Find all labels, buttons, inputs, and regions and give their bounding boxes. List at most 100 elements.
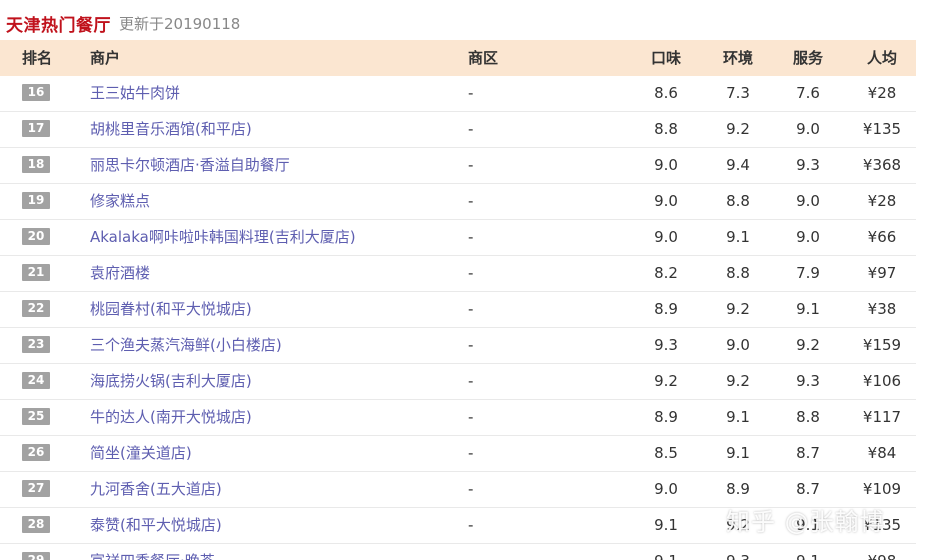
restaurant-link[interactable]: 牛的达人(南开大悦城店) [90, 400, 252, 435]
rank-badge: 25 [22, 408, 50, 425]
rank-badge: 19 [22, 192, 50, 209]
service-score: 9.2 [796, 336, 820, 354]
env-score: 9.1 [726, 444, 750, 462]
avg-price: ¥97 [867, 264, 897, 282]
restaurant-link[interactable]: 修家糕点 [90, 184, 150, 219]
taste-score: 8.9 [654, 408, 678, 426]
rank-badge: 20 [22, 228, 50, 245]
watermark: 知乎 @张翰博 [726, 508, 885, 536]
env-score: 8.8 [726, 192, 750, 210]
taste-score: 8.9 [654, 300, 678, 318]
table-row: 26 简坐(潼关道店) - 8.5 9.1 8.7 ¥84 [0, 436, 916, 472]
avg-price: ¥28 [867, 192, 897, 210]
taste-score: 9.0 [654, 228, 678, 246]
taste-score: 9.0 [654, 156, 678, 174]
taste-score: 8.5 [654, 444, 678, 462]
title-bar: 天津热门餐厅 更新于20190118 [0, 6, 916, 40]
service-score: 9.1 [782, 544, 834, 560]
area-cell: - [468, 228, 474, 246]
update-date: 更新于20190118 [119, 14, 241, 33]
avg-price: ¥106 [862, 372, 902, 390]
service-score: 7.6 [796, 84, 820, 102]
rank-badge: 26 [22, 444, 50, 461]
env-score: 9.2 [726, 372, 750, 390]
service-score: 9.0 [796, 120, 820, 138]
env-score: 9.1 [726, 408, 750, 426]
avg-price: ¥38 [867, 300, 897, 318]
rank-badge: 28 [22, 516, 50, 533]
area-cell: - [468, 372, 474, 390]
page: 天津热门餐厅 更新于20190118 排名 商户 商区 口味 环境 服务 人均 … [0, 0, 925, 560]
rank-badge: 29 [22, 552, 50, 560]
page-title: 天津热门餐厅 [6, 15, 111, 36]
restaurant-link[interactable]: 富祥四季餐厅·晚茶 [90, 544, 215, 560]
area-cell: - [468, 264, 474, 282]
table-row: 22 桃园眷村(和平大悦城店) - 8.9 9.2 9.1 ¥38 [0, 292, 916, 328]
restaurant-link[interactable]: 海底捞火锅(吉利大厦店) [90, 364, 252, 399]
rank-badge: 16 [22, 84, 50, 101]
taste-score: 8.6 [654, 84, 678, 102]
restaurant-link[interactable]: 简坐(潼关道店) [90, 436, 192, 471]
rank-badge: 18 [22, 156, 50, 173]
taste-score: 9.0 [654, 192, 678, 210]
table-row: 25 牛的达人(南开大悦城店) - 8.9 9.1 8.8 ¥117 [0, 400, 916, 436]
restaurant-link[interactable]: 丽思卡尔顿酒店·香溢自助餐厅 [90, 148, 290, 183]
restaurant-link[interactable]: 桃园眷村(和平大悦城店) [90, 292, 252, 327]
avg-price: ¥117 [862, 408, 902, 426]
restaurant-link[interactable]: 泰赞(和平大悦城店) [90, 508, 222, 543]
table-row: 18 丽思卡尔顿酒店·香溢自助餐厅 - 9.0 9.4 9.3 ¥368 [0, 148, 916, 184]
area-cell: - [468, 120, 474, 138]
taste-score: 9.2 [654, 372, 678, 390]
service-score: 9.3 [796, 372, 820, 390]
env-score: 9.4 [726, 156, 750, 174]
taste-score: 9.1 [654, 516, 678, 534]
table-row: 17 胡桃里音乐酒馆(和平店) - 8.8 9.2 9.0 ¥135 [0, 112, 916, 148]
table-row: 20 Akalaka啊咔啦咔韩国料理(吉利大厦店) - 9.0 9.1 9.0 … [0, 220, 916, 256]
restaurant-link[interactable]: 袁府酒楼 [90, 256, 150, 291]
area-cell: - [468, 480, 474, 498]
rank-badge: 17 [22, 120, 50, 137]
avg-price: ¥159 [862, 336, 902, 354]
ranking-card: 天津热门餐厅 更新于20190118 排名 商户 商区 口味 环境 服务 人均 … [0, 6, 916, 560]
rank-badge: 21 [22, 264, 50, 281]
service-score: 9.3 [796, 156, 820, 174]
env-score: 8.8 [726, 264, 750, 282]
area-cell: - [468, 444, 474, 462]
service-score: 8.7 [796, 444, 820, 462]
col-header-service: 服务 [792, 49, 823, 67]
taste-score: 9.1 [640, 544, 692, 560]
restaurant-link[interactable]: 三个渔夫蒸汽海鲜(小白楼店) [90, 328, 282, 363]
table-row: 19 修家糕点 - 9.0 8.8 9.0 ¥28 [0, 184, 916, 220]
col-header-taste: 口味 [650, 49, 681, 67]
avg-price: ¥84 [867, 444, 897, 462]
table-row: 16 王三姑牛肉饼 - 8.6 7.3 7.6 ¥28 [0, 76, 916, 112]
avg-price: ¥66 [867, 228, 897, 246]
table-header: 排名 商户 商区 口味 环境 服务 人均 [0, 40, 916, 76]
col-header-name: 商户 [90, 49, 121, 67]
service-score: 8.8 [796, 408, 820, 426]
service-score: 9.0 [796, 228, 820, 246]
area-cell: - [468, 84, 474, 102]
table-row: 24 海底捞火锅(吉利大厦店) - 9.2 9.2 9.3 ¥106 [0, 364, 916, 400]
restaurant-link[interactable]: 九河香舍(五大道店) [90, 472, 222, 507]
rank-badge: 23 [22, 336, 50, 353]
taste-score: 9.3 [654, 336, 678, 354]
env-score: 9.1 [726, 228, 750, 246]
taste-score: 8.8 [654, 120, 678, 138]
avg-price: ¥28 [867, 84, 897, 102]
col-header-avg: 人均 [866, 49, 897, 67]
restaurant-link[interactable]: 胡桃里音乐酒馆(和平店) [90, 112, 252, 147]
restaurant-link[interactable]: 王三姑牛肉饼 [90, 76, 180, 111]
table-row: 23 三个渔夫蒸汽海鲜(小白楼店) - 9.3 9.0 9.2 ¥159 [0, 328, 916, 364]
rank-badge: 27 [22, 480, 50, 497]
env-score: 9.2 [726, 300, 750, 318]
avg-price: ¥368 [862, 156, 902, 174]
env-score: 7.3 [726, 84, 750, 102]
env-score: 9.0 [726, 336, 750, 354]
table-row: 29 富祥四季餐厅·晚茶 - 9.1 9.3 9.1 ¥98 [0, 544, 916, 560]
env-score: 9.2 [726, 120, 750, 138]
restaurant-link[interactable]: Akalaka啊咔啦咔韩国料理(吉利大厦店) [90, 220, 356, 255]
table-row: 21 袁府酒楼 - 8.2 8.8 7.9 ¥97 [0, 256, 916, 292]
area-cell: - [468, 192, 474, 210]
table-body: 16 王三姑牛肉饼 - 8.6 7.3 7.6 ¥28 17 胡桃里音乐酒馆(和… [0, 76, 916, 560]
